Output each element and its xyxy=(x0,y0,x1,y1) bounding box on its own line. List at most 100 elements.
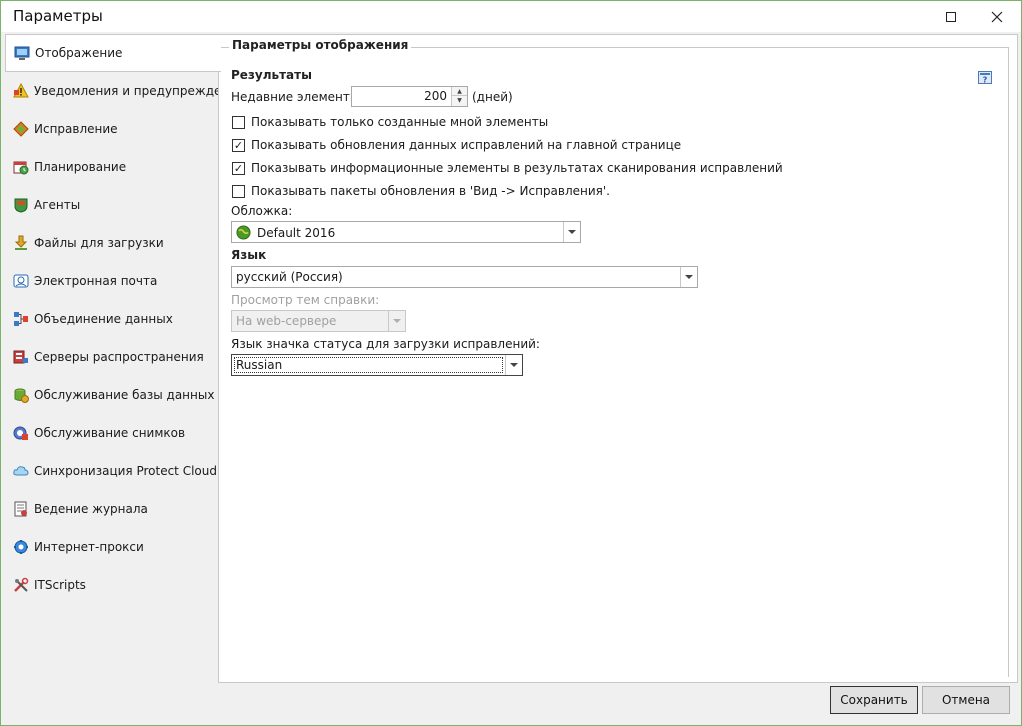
language-section-title: Язык xyxy=(231,248,267,262)
results-section-title: Результаты xyxy=(231,68,312,82)
cancel-button[interactable]: Отмена xyxy=(922,686,1010,714)
checkbox-row-info-items[interactable]: ✓ Показывать информационные элементы в р… xyxy=(232,160,783,176)
checkbox-row-my-items[interactable]: Показывать только созданные мной элемент… xyxy=(232,114,548,130)
sidebar-item-email[interactable]: Электронная почта xyxy=(5,262,219,300)
chevron-down-icon xyxy=(685,275,693,279)
patch-icon xyxy=(13,121,29,137)
skin-dropdown-arrow[interactable] xyxy=(563,222,580,242)
status-language-label: Язык значка статуса для загрузки исправл… xyxy=(231,337,540,351)
skin-globe-icon xyxy=(236,225,251,240)
spinner-up-button[interactable]: ▲ xyxy=(452,87,467,96)
sidebar-item-label: Синхронизация Protect Cloud xyxy=(34,464,217,478)
group-title: Параметры отображения xyxy=(229,38,412,52)
sidebar-item-label: Агенты xyxy=(34,198,81,212)
status-language-select[interactable]: Russian xyxy=(231,354,523,376)
checkbox-label: Показывать только созданные мной элемент… xyxy=(251,115,549,129)
spinner-buttons: ▲ ▼ xyxy=(451,87,467,106)
close-icon xyxy=(991,11,1003,22)
checkbox-row-service-packs[interactable]: Показывать пакеты обновления в 'Вид -> И… xyxy=(232,183,610,199)
sidebar-item-label: Планирование xyxy=(34,160,127,174)
title-bar: Параметры xyxy=(1,1,1021,32)
sidebar-item-display[interactable]: Отображение xyxy=(5,34,221,72)
sidebar-item-snapshot-maintenance[interactable]: Обслуживание снимков xyxy=(5,414,219,452)
recent-items-label: Недавние элементы: xyxy=(231,90,364,104)
chevron-down-icon xyxy=(568,230,576,234)
sidebar-item-label: Серверы распространения xyxy=(34,350,204,364)
help-view-select: На web-сервере xyxy=(231,310,406,332)
snapshot-icon xyxy=(13,426,28,440)
sidebar-item-scheduling[interactable]: Планирование xyxy=(5,148,219,186)
svg-text:?: ? xyxy=(983,76,988,85)
display-options-panel: Параметры отображения ? Результаты Недав… xyxy=(218,34,1018,683)
sidebar-item-itscripts[interactable]: ITScripts xyxy=(5,566,219,604)
spinner-down-button[interactable]: ▼ xyxy=(452,96,467,105)
checkbox-service-packs[interactable] xyxy=(232,184,245,198)
sidebar-item-notifications[interactable]: Уведомления и предупреждения xyxy=(5,72,219,110)
checkbox-patch-updates[interactable]: ✓ xyxy=(232,138,245,152)
recent-items-value[interactable]: 200 xyxy=(424,89,447,103)
database-icon xyxy=(14,388,29,403)
checkbox-label: Показывать обновления данных исправлений… xyxy=(251,138,682,152)
sidebar-item-label: ITScripts xyxy=(34,578,86,592)
agent-icon xyxy=(14,198,28,213)
gear-icon xyxy=(14,540,28,554)
sidebar-item-label: Обслуживание снимков xyxy=(34,426,186,440)
warning-icon xyxy=(13,83,29,98)
sidebar-item-label: Файлы для загрузки xyxy=(34,236,164,250)
language-select[interactable]: русский (Россия) xyxy=(231,266,698,288)
window-title: Параметры xyxy=(13,7,103,25)
sidebar-item-distribution-servers[interactable]: Серверы распространения xyxy=(5,338,219,376)
checkbox-label: Показывать информационные элементы в рез… xyxy=(251,161,783,175)
sidebar-item-label: Отображение xyxy=(35,46,123,60)
sidebar-item-internet-proxy[interactable]: Интернет-прокси xyxy=(5,528,219,566)
skin-value-text: Default 2016 xyxy=(257,225,336,240)
sidebar-item-data-rollup[interactable]: Объединение данных xyxy=(5,300,219,338)
sidebar-item-label: Интернет-прокси xyxy=(34,540,144,554)
maximize-icon xyxy=(946,11,956,22)
email-icon xyxy=(13,274,29,288)
data-merge-icon xyxy=(14,312,28,326)
help-view-label: Просмотр тем справки: xyxy=(231,293,380,307)
sidebar-item-protect-cloud[interactable]: Синхронизация Protect Cloud xyxy=(5,452,219,490)
log-icon xyxy=(14,501,27,517)
sidebar-item-label: Уведомления и предупреждения xyxy=(34,84,219,98)
language-value: русский (Россия) xyxy=(236,270,343,284)
close-button[interactable] xyxy=(974,1,1020,32)
maximize-button[interactable] xyxy=(928,1,974,32)
checkbox-info-items[interactable]: ✓ xyxy=(232,161,245,175)
skin-value: Default 2016 xyxy=(236,225,335,240)
sidebar-item-downloads[interactable]: Файлы для загрузки xyxy=(5,224,219,262)
help-view-dropdown-arrow xyxy=(388,311,405,331)
monitor-icon xyxy=(14,46,30,60)
sidebar-item-label: Обслуживание базы данных xyxy=(34,388,215,402)
status-language-dropdown-arrow[interactable] xyxy=(505,355,522,375)
server-icon xyxy=(13,350,28,364)
checkbox-my-items[interactable] xyxy=(232,115,245,129)
cloud-icon xyxy=(13,466,29,476)
status-language-value: Russian xyxy=(236,358,283,372)
help-view-value: На web-сервере xyxy=(236,314,337,328)
options-window: Параметры Отображение Уведомления и пред… xyxy=(0,0,1022,726)
checkbox-label: Показывать пакеты обновления в 'Вид -> И… xyxy=(251,184,610,198)
chevron-down-icon xyxy=(510,363,518,367)
language-dropdown-arrow[interactable] xyxy=(680,267,697,287)
tools-icon xyxy=(14,577,29,592)
sidebar-item-label: Ведение журнала xyxy=(34,502,148,516)
calendar-icon xyxy=(13,161,29,175)
recent-items-spinner[interactable]: 200 ▲ ▼ xyxy=(351,86,468,107)
save-button[interactable]: Сохранить xyxy=(830,686,918,714)
checkbox-row-patch-updates[interactable]: ✓ Показывать обновления данных исправлен… xyxy=(232,137,681,153)
sidebar-item-agents[interactable]: Агенты xyxy=(5,186,219,224)
recent-items-unit: (дней) xyxy=(472,90,513,104)
skin-label: Обложка: xyxy=(231,204,293,218)
skin-select[interactable]: Default 2016 xyxy=(231,221,581,243)
sidebar-item-patching[interactable]: Исправление xyxy=(5,110,219,148)
sidebar-item-label: Электронная почта xyxy=(34,274,158,288)
sidebar-item-database-maintenance[interactable]: Обслуживание базы данных xyxy=(5,376,219,414)
sidebar-item-label: Объединение данных xyxy=(34,312,173,326)
download-icon xyxy=(14,235,28,250)
help-icon[interactable]: ? xyxy=(978,71,993,85)
sidebar: Отображение Уведомления и предупреждения… xyxy=(5,34,221,682)
chevron-down-icon xyxy=(393,319,401,323)
sidebar-item-logging[interactable]: Ведение журнала xyxy=(5,490,219,528)
